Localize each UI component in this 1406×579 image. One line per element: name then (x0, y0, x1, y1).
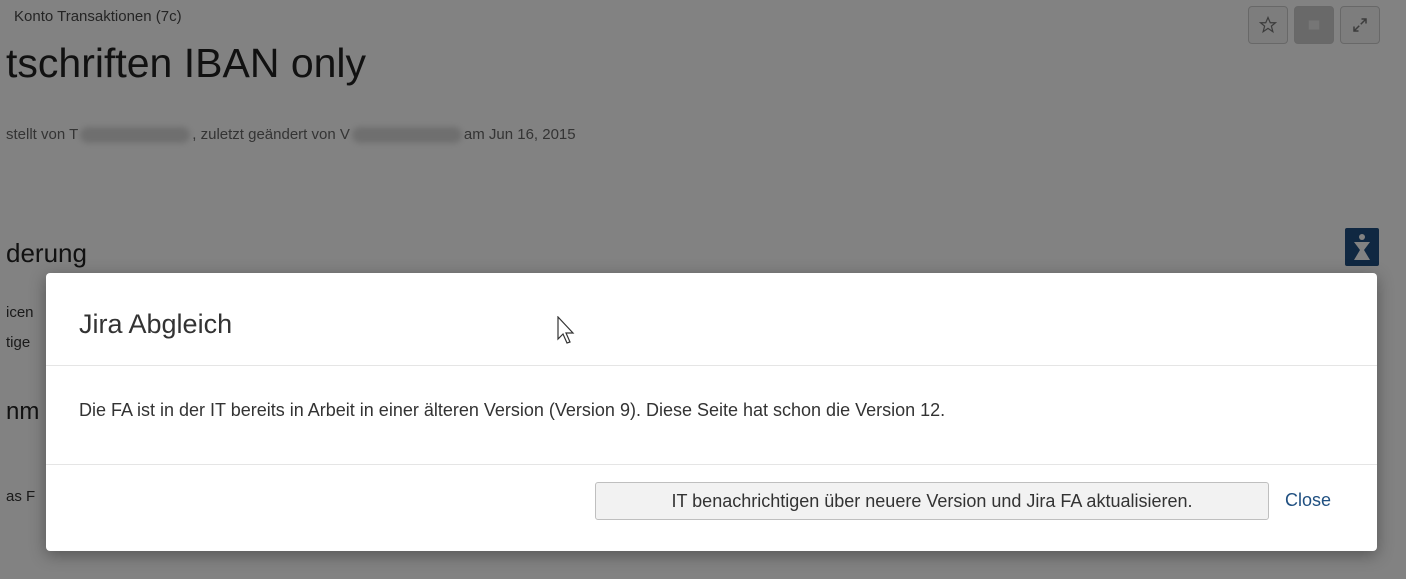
jira-sync-dialog: Jira Abgleich Die FA ist in der IT berei… (46, 273, 1377, 551)
close-link[interactable]: Close (1285, 490, 1331, 511)
dialog-message: Die FA ist in der IT bereits in Arbeit i… (79, 400, 946, 420)
dialog-footer: IT benachrichtigen über neuere Version u… (46, 465, 1377, 551)
dialog-body: Die FA ist in der IT bereits in Arbeit i… (46, 366, 1377, 465)
dialog-header: Jira Abgleich (46, 273, 1377, 366)
notify-it-update-jira-button[interactable]: IT benachrichtigen über neuere Version u… (595, 482, 1269, 520)
dialog-title: Jira Abgleich (79, 309, 233, 339)
mouse-cursor-icon (557, 316, 575, 344)
